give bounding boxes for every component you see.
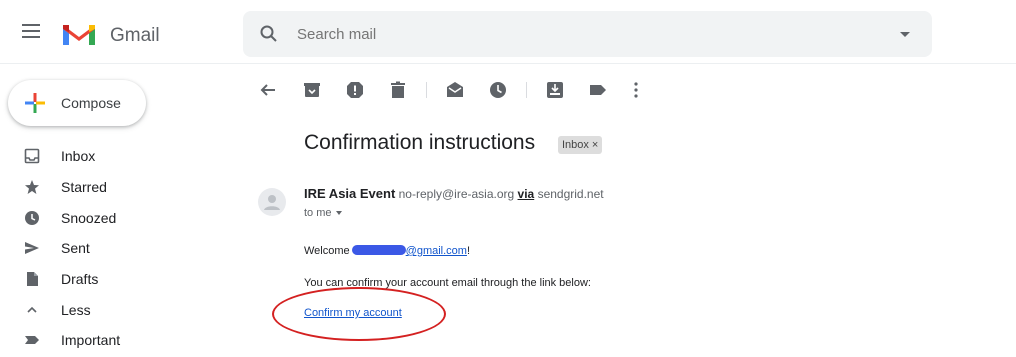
draft-icon [27,272,38,286]
top-bar: Gmail [0,0,1016,64]
main-menu-icon[interactable] [22,24,40,38]
toolbar-divider [426,82,427,98]
more-vert-icon[interactable] [624,78,648,102]
to-me-label: to me [304,207,332,219]
sidebar-item-inbox[interactable]: Inbox [0,142,200,170]
chevron-up-icon [27,306,37,313]
compose-label: Compose [61,95,121,111]
greeting-end: ! [466,245,471,257]
sender-name[interactable]: IRE Asia Event [304,186,395,201]
label-chip-text: Inbox [562,139,589,151]
toolbar-divider [526,82,527,98]
via-link[interactable]: via [518,187,535,201]
sidebar-item-label: Starred [61,179,107,195]
sidebar-item-label: Less [61,302,91,318]
search-input[interactable] [297,26,877,43]
compose-plus-icon [25,93,45,113]
search-bar[interactable] [243,11,932,57]
back-arrow-icon[interactable] [256,78,280,102]
via-domain: sendgrid.net [537,187,604,201]
remove-label-button[interactable]: × [592,139,598,151]
label-icon[interactable] [586,78,610,102]
snooze-icon[interactable] [486,78,510,102]
sidebar-item-label: Important [61,332,121,348]
sidebar-item-label: Inbox [61,148,96,164]
compose-button[interactable]: Compose [8,80,146,126]
sender-line: IRE Asia Event no-reply@ire-asia.org via… [304,186,604,201]
sidebar-item-less[interactable]: Less [0,296,200,324]
email-subject: Confirmation instructions [304,131,536,154]
sidebar-item-starred[interactable]: Starred [0,173,200,201]
sidebar-item-label: Snoozed [61,210,117,226]
greeting-prefix: Welcome [304,245,350,257]
report-spam-icon[interactable] [343,78,367,102]
sidebar-item-important[interactable]: Important [0,326,200,354]
avatar[interactable] [258,188,286,216]
person-icon [264,195,280,210]
important-icon [25,336,39,344]
sender-address: no-reply@ire-asia.org [398,187,515,201]
move-to-icon[interactable] [543,78,567,102]
recipient-details-toggle[interactable]: to me [304,207,342,219]
greeting-line: Welcome @gmail.com! [304,245,470,257]
delete-icon[interactable] [386,78,410,102]
send-icon [25,242,39,254]
sidebar-item-label: Sent [61,240,90,256]
chevron-down-icon [335,211,342,216]
sidebar-item-drafts[interactable]: Drafts [0,265,200,293]
archive-icon[interactable] [300,78,324,102]
sidebar-item-snoozed[interactable]: Snoozed [0,204,200,232]
redaction-mark [351,245,406,255]
annotation-circle [272,287,446,341]
star-icon [25,180,39,194]
gmail-logo-icon[interactable] [61,21,97,47]
email-address-link[interactable]: @gmail.com [406,245,467,257]
inbox-label-chip[interactable]: Inbox × [558,136,603,154]
sidebar-item-label: Drafts [61,271,99,287]
search-options-icon[interactable] [900,32,910,37]
mark-unread-icon[interactable] [443,78,467,102]
app-name: Gmail [110,25,160,46]
search-icon[interactable] [259,24,279,44]
sidebar-item-sent[interactable]: Sent [0,234,200,262]
inbox-icon [24,148,40,164]
clock-icon [25,211,39,225]
